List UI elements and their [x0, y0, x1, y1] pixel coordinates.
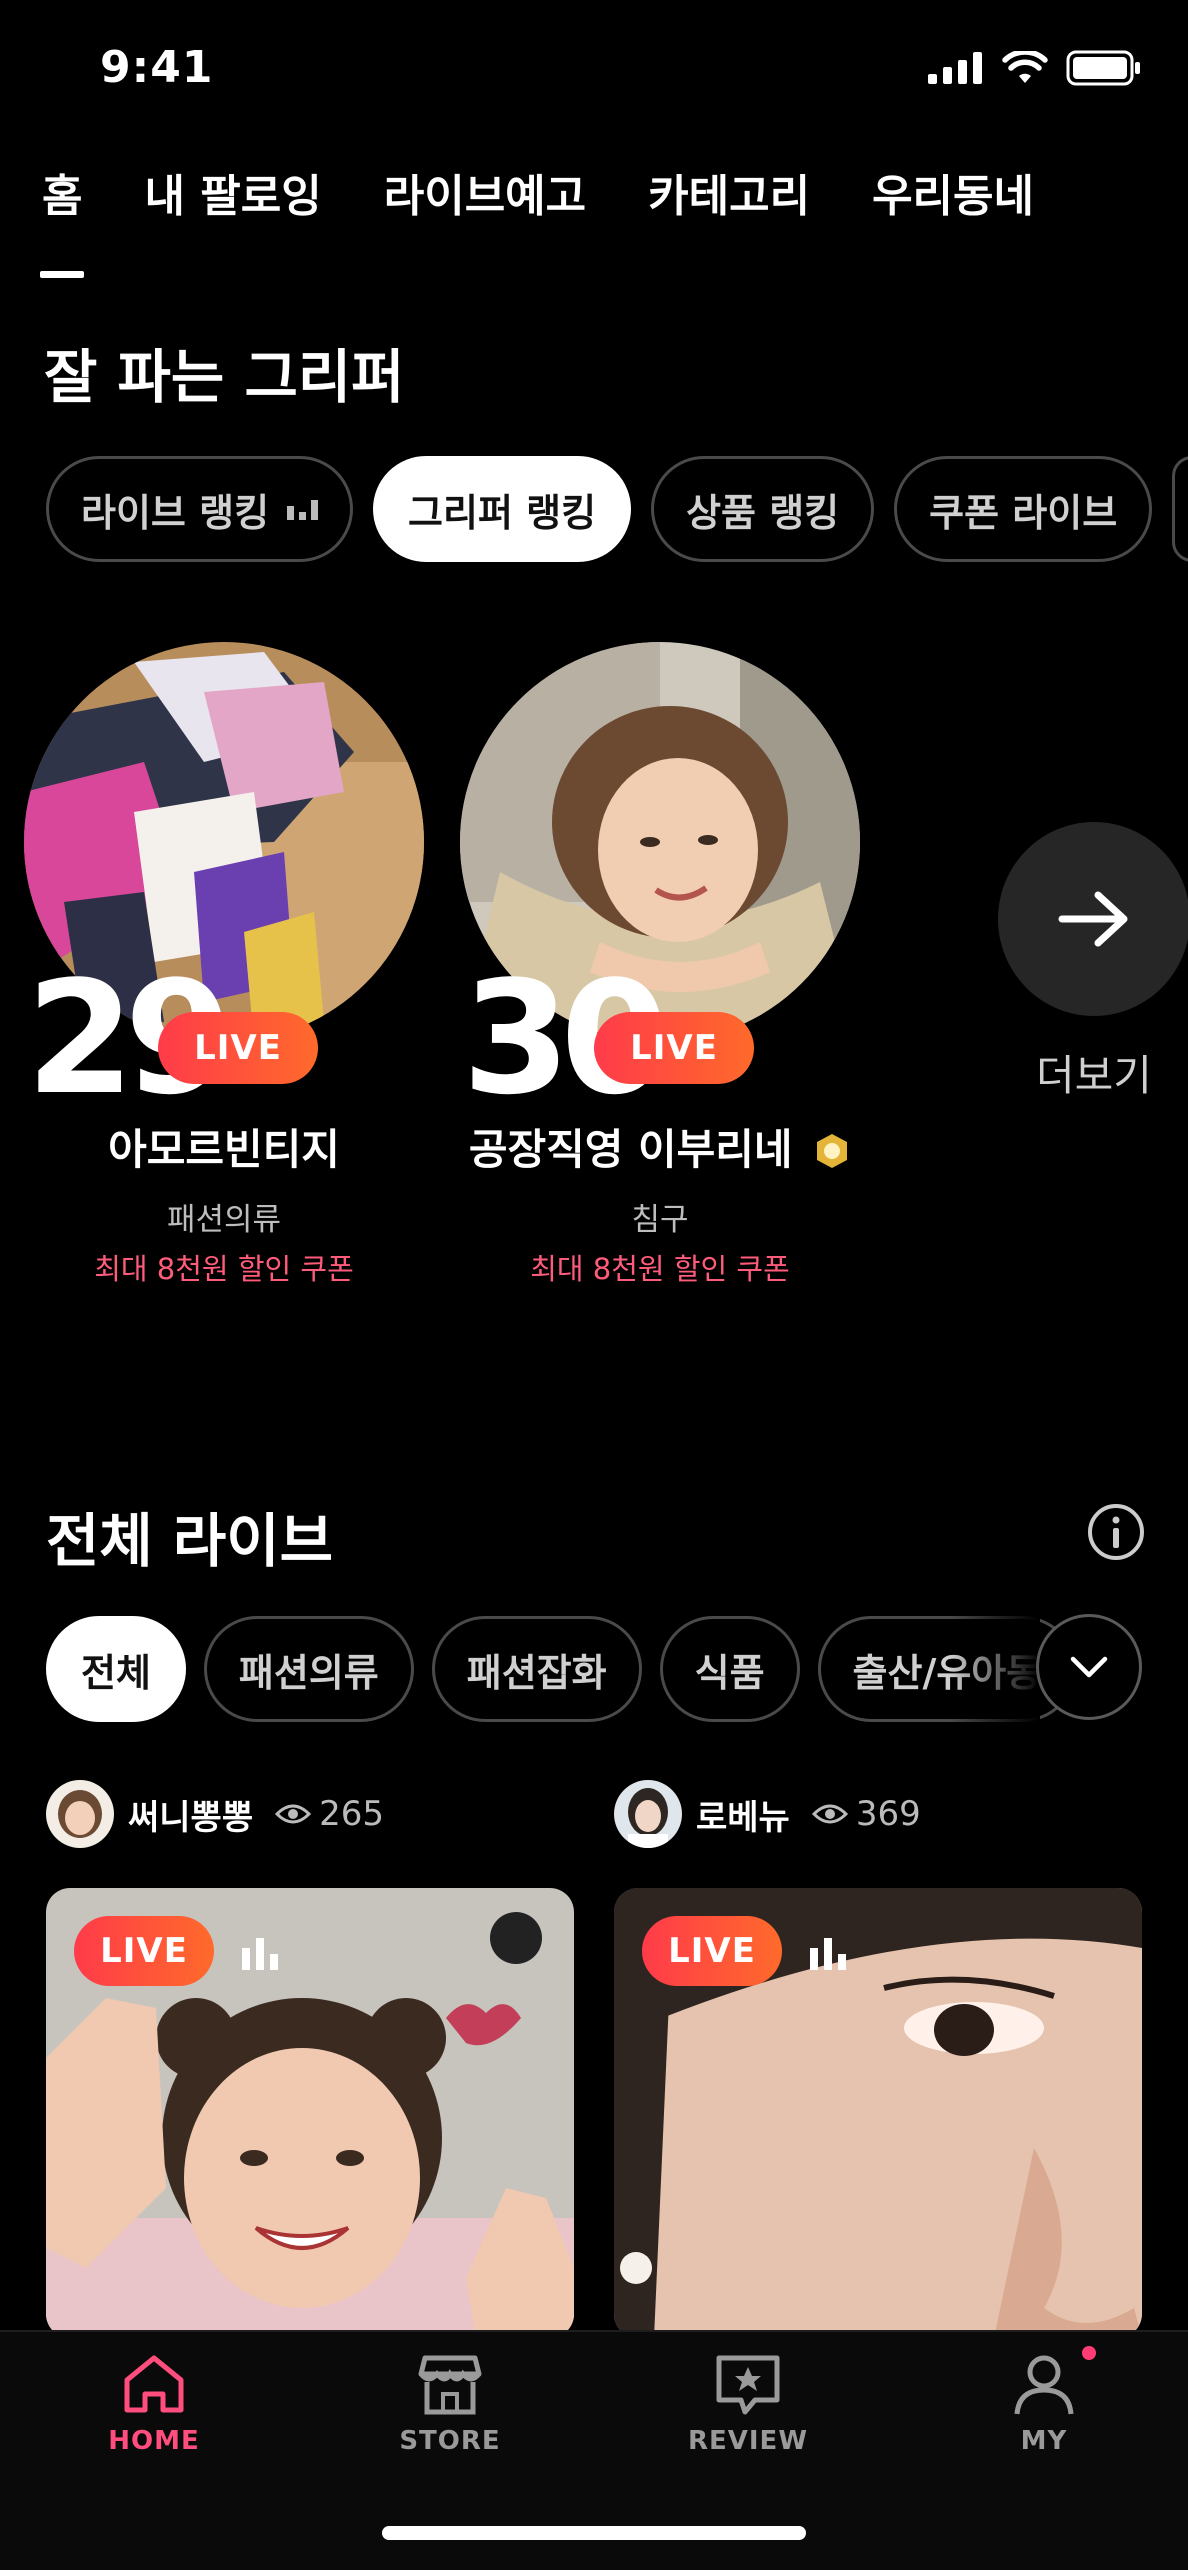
more-label[interactable]: 더보기 [1036, 1042, 1152, 1103]
live-stream-card[interactable]: LIVE [614, 1888, 1142, 2338]
live-badge: LIVE [74, 1916, 214, 1986]
tab-home[interactable]: 홈 [39, 160, 85, 278]
live-stream-card[interactable]: LIVE [46, 1888, 574, 2338]
host-name: 써니뽕뽕 [128, 1797, 254, 1838]
ranking-chips: 라이브 랭킹 그리퍼 랭킹 상품 랭킹 쿠폰 라이브 [46, 456, 1188, 562]
category-chip-all[interactable]: 전체 [46, 1616, 186, 1722]
view-count: 369 [811, 1794, 921, 1834]
chevron-down-icon [1070, 1656, 1108, 1678]
chip-gripper-ranking[interactable]: 그리퍼 랭킹 [373, 456, 632, 562]
tab-live-schedule[interactable]: 라이브예고 [384, 160, 586, 224]
chip-partial[interactable] [1172, 456, 1188, 562]
host-row[interactable]: 로베뉴 369 [614, 1780, 921, 1848]
home-indicator [382, 2526, 806, 2540]
coupon-text: 최대 8천원 할인 쿠폰 [530, 1252, 790, 1286]
profile-icon [1014, 2355, 1074, 2415]
nav-store[interactable]: STORE [360, 2354, 540, 2456]
info-icon[interactable] [1086, 1502, 1146, 1566]
avatar [614, 1780, 682, 1848]
coupon-text: 최대 8천원 할인 쿠폰 [94, 1252, 354, 1286]
category-chip-accessories[interactable]: 패션잡화 [431, 1616, 642, 1722]
seller-category: 패션의류 [166, 1202, 282, 1238]
view-count: 265 [275, 1794, 384, 1834]
chip-product-ranking[interactable]: 상품 랭킹 [651, 456, 875, 562]
chip-coupon-live[interactable]: 쿠폰 라이브 [894, 456, 1153, 562]
status-bar: 9:41 [0, 0, 1188, 140]
wifi-icon [1002, 51, 1048, 83]
chip-fade [950, 1610, 1040, 1726]
equalizer-icon [242, 1938, 278, 1970]
avatar [46, 1780, 114, 1848]
host-row[interactable]: 써니뽕뽕 265 [46, 1780, 384, 1848]
seller-name: 아모르빈티지 [108, 1125, 340, 1174]
store-icon [418, 2355, 482, 2415]
category-chip-food[interactable]: 식품 [659, 1616, 800, 1722]
tab-category[interactable]: 카테고리 [648, 160, 810, 224]
arrow-right-icon [1058, 891, 1128, 947]
seller-category: 침구 [631, 1202, 689, 1238]
review-icon [716, 2355, 780, 2415]
nav-store-label: STORE [399, 2426, 501, 2456]
status-icons [928, 50, 1142, 86]
seller-name-text: 공장직영 이부리네 [468, 1125, 793, 1174]
equalizer-icon [287, 498, 319, 520]
nav-home-label: HOME [108, 2426, 200, 2456]
nav-review[interactable]: REVIEW [658, 2354, 838, 2456]
top-tabs: 홈 내 팔로잉 라이브예고 카테고리 우리동네 [39, 160, 1034, 278]
live-badge: LIVE [642, 1916, 782, 1986]
view-count-value: 265 [319, 1794, 385, 1834]
live-badge: LIVE [158, 1012, 318, 1084]
battery-icon [1066, 50, 1140, 86]
host-name: 로베뉴 [696, 1797, 790, 1838]
category-chips: 전체 패션의류 패션잡화 식품 출산/유아동 [46, 1616, 1077, 1722]
nav-my-label: MY [1020, 2426, 1068, 2456]
eye-icon [811, 1804, 848, 1824]
chip-live-ranking[interactable]: 라이브 랭킹 [46, 456, 354, 562]
verified-badge-icon [817, 1134, 848, 1168]
nav-my[interactable]: MY [954, 2354, 1134, 2456]
nav-home[interactable]: HOME [64, 2354, 244, 2456]
ranking-section-title: 잘 파는 그리퍼 [44, 343, 405, 411]
seller-name: 공장직영 이부리네 [460, 1116, 860, 1177]
all-live-title: 전체 라이브 [46, 1507, 333, 1575]
view-count-value: 369 [855, 1794, 921, 1834]
tab-neighborhood[interactable]: 우리동네 [872, 160, 1034, 224]
chip-label: 라이브 랭킹 [81, 490, 270, 535]
equalizer-icon [810, 1938, 846, 1970]
category-expand-button[interactable] [1036, 1614, 1142, 1720]
tab-following[interactable]: 내 팔로잉 [144, 160, 321, 224]
notification-dot [1082, 2346, 1096, 2360]
home-icon [124, 2355, 184, 2413]
nav-review-label: REVIEW [687, 2426, 809, 2456]
status-time: 9:41 [100, 42, 214, 93]
eye-icon [275, 1804, 312, 1824]
signal-icon [928, 52, 982, 84]
more-button[interactable] [998, 822, 1188, 1016]
category-chip-fashion[interactable]: 패션의류 [203, 1616, 414, 1722]
live-badge: LIVE [594, 1012, 754, 1084]
